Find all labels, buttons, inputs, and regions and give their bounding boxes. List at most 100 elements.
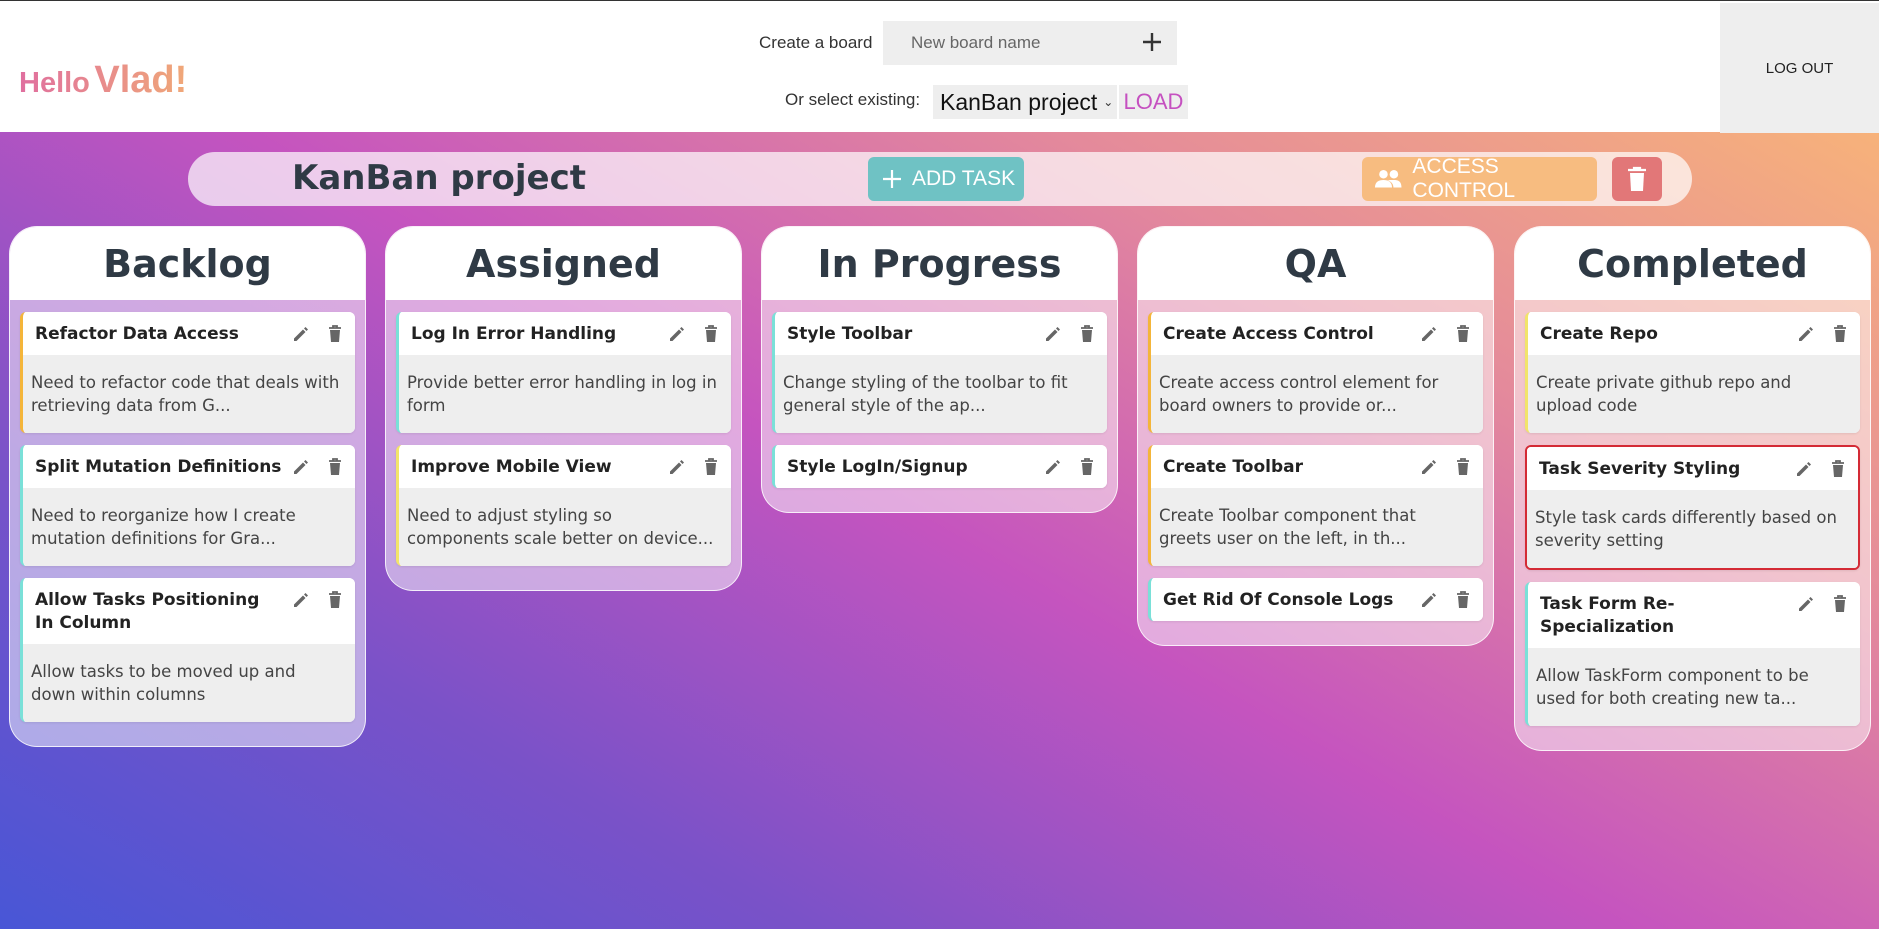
delete-task-button[interactable] bbox=[1077, 458, 1097, 480]
trash-icon bbox=[1456, 458, 1470, 480]
task-title: Create Toolbar bbox=[1163, 457, 1303, 477]
top-header: Hello Vlad! Create a board Or select exi… bbox=[0, 0, 1879, 133]
edit-task-button[interactable] bbox=[291, 326, 311, 346]
task-actions bbox=[1043, 456, 1097, 479]
task-card-header: Get Rid Of Console Logs bbox=[1151, 578, 1483, 621]
task-title: Refactor Data Access bbox=[35, 324, 239, 344]
select-board-label: Or select existing: bbox=[785, 90, 921, 109]
new-board-input[interactable] bbox=[883, 21, 1113, 65]
task-title: Split Mutation Definitions bbox=[35, 457, 282, 477]
delete-task-button[interactable] bbox=[1077, 325, 1097, 347]
column-qa: QA Create Access Control Create access con… bbox=[1137, 226, 1494, 646]
task-card[interactable]: Log In Error Handling Provide better erro… bbox=[396, 312, 731, 433]
edit-task-button[interactable] bbox=[1419, 592, 1439, 612]
trash-icon bbox=[704, 458, 718, 480]
delete-board-button[interactable] bbox=[1612, 157, 1662, 201]
pencil-icon bbox=[1797, 325, 1815, 347]
trash-icon bbox=[1080, 325, 1094, 347]
add-task-label: ADD TASK bbox=[912, 167, 1016, 190]
card-list: Style Toolbar Change styling of the toolb… bbox=[762, 300, 1117, 512]
task-card-header: Create Repo bbox=[1528, 312, 1860, 355]
pencil-icon bbox=[1420, 591, 1438, 613]
trash-icon bbox=[1080, 458, 1094, 480]
task-card[interactable]: Create Access Control Create access contr… bbox=[1148, 312, 1483, 433]
board-title: KanBan project bbox=[292, 158, 586, 198]
edit-task-button[interactable] bbox=[1794, 461, 1814, 481]
task-title: Task Form Re-Specialization bbox=[1540, 594, 1675, 637]
edit-task-button[interactable] bbox=[1043, 326, 1063, 346]
task-actions bbox=[1419, 456, 1473, 479]
logout-button[interactable]: LOG OUT bbox=[1720, 3, 1879, 133]
task-card[interactable]: Allow Tasks Positioning In Column Allow t… bbox=[20, 578, 355, 722]
delete-task-button[interactable] bbox=[1830, 325, 1850, 346]
delete-task-button[interactable] bbox=[1453, 325, 1473, 346]
delete-task-button[interactable] bbox=[325, 458, 345, 479]
task-card[interactable]: Task Form Re-Specialization Allow TaskFor… bbox=[1525, 582, 1860, 726]
task-card[interactable]: Style Toolbar Change styling of the toolb… bbox=[772, 312, 1107, 433]
board-toolbar: KanBan project ADD TASK ACCESS CONTROL bbox=[188, 152, 1692, 206]
task-card[interactable]: Split Mutation Definitions Need to reorga… bbox=[20, 445, 355, 566]
board-select[interactable]: KanBan project ⌄ bbox=[933, 85, 1117, 119]
edit-task-button[interactable] bbox=[1419, 326, 1439, 346]
delete-task-button[interactable] bbox=[1453, 591, 1473, 613]
delete-task-button[interactable] bbox=[701, 458, 721, 480]
task-actions bbox=[1419, 323, 1473, 346]
greeting-username: Vlad! bbox=[94, 59, 188, 101]
create-board-button[interactable] bbox=[1137, 27, 1167, 57]
edit-task-button[interactable] bbox=[667, 326, 687, 346]
delete-task-button[interactable] bbox=[1453, 458, 1473, 480]
pencil-icon bbox=[292, 458, 310, 480]
edit-task-button[interactable] bbox=[1043, 459, 1063, 479]
task-description: Create access control element for board … bbox=[1151, 355, 1483, 433]
edit-task-button[interactable] bbox=[1796, 326, 1816, 346]
create-board-label: Create a board bbox=[759, 33, 873, 52]
edit-task-button[interactable] bbox=[1796, 596, 1816, 616]
card-list: Create Repo Create private github repo an… bbox=[1515, 300, 1870, 750]
task-card-header: Task Form Re-Specialization bbox=[1528, 582, 1860, 648]
task-description: Need to refactor code that deals with re… bbox=[23, 355, 355, 433]
task-card[interactable]: Style LogIn/Signup bbox=[772, 445, 1107, 488]
edit-task-button[interactable] bbox=[291, 592, 311, 612]
edit-task-button[interactable] bbox=[667, 459, 687, 479]
task-title: Allow Tasks Positioning In Column bbox=[35, 590, 260, 633]
task-card[interactable]: Task Severity Styling Style task cards di… bbox=[1525, 445, 1860, 570]
delete-task-button[interactable] bbox=[1830, 595, 1850, 616]
edit-task-button[interactable] bbox=[291, 459, 311, 479]
pencil-icon bbox=[1795, 460, 1813, 482]
card-list: Refactor Data Access Need to refactor cod… bbox=[10, 300, 365, 746]
board-select-value: KanBan project bbox=[940, 88, 1098, 115]
task-card[interactable]: Refactor Data Access Need to refactor cod… bbox=[20, 312, 355, 433]
trash-icon bbox=[328, 325, 342, 347]
column-backlog: Backlog Refactor Data Access Need to refac… bbox=[9, 226, 366, 747]
task-card[interactable]: Create Toolbar Create Toolbar component t… bbox=[1148, 445, 1483, 566]
column-title: Backlog bbox=[10, 227, 365, 300]
pencil-icon bbox=[668, 458, 686, 480]
delete-task-button[interactable] bbox=[325, 325, 345, 347]
task-card-header: Style Toolbar bbox=[775, 312, 1107, 355]
edit-task-button[interactable] bbox=[1419, 459, 1439, 479]
task-actions bbox=[667, 323, 721, 346]
column-completed: Completed Create Repo Create private githu… bbox=[1514, 226, 1871, 751]
task-card[interactable]: Improve Mobile View Need to adjust stylin… bbox=[396, 445, 731, 566]
task-card[interactable]: Create Repo Create private github repo an… bbox=[1525, 312, 1860, 433]
delete-task-button[interactable] bbox=[1828, 460, 1848, 481]
new-board-field bbox=[883, 21, 1177, 65]
column-title: Assigned bbox=[386, 227, 741, 300]
task-card[interactable]: Get Rid Of Console Logs bbox=[1148, 578, 1483, 621]
delete-task-button[interactable] bbox=[701, 325, 721, 347]
card-list: Create Access Control Create access contr… bbox=[1138, 300, 1493, 645]
task-title: Get Rid Of Console Logs bbox=[1163, 590, 1394, 610]
task-card-header: Task Severity Styling bbox=[1527, 447, 1858, 490]
access-control-button[interactable]: ACCESS CONTROL bbox=[1362, 155, 1597, 202]
access-control-label: ACCESS CONTROL bbox=[1412, 155, 1516, 202]
task-actions bbox=[291, 456, 345, 479]
delete-task-button[interactable] bbox=[325, 591, 345, 612]
load-button[interactable]: LOAD bbox=[1119, 85, 1188, 119]
task-actions bbox=[1419, 589, 1473, 612]
trash-icon bbox=[1456, 591, 1470, 613]
task-card-header: Improve Mobile View bbox=[399, 445, 731, 488]
greeting-hello: Hello bbox=[19, 67, 90, 99]
add-task-button[interactable]: ADD TASK bbox=[868, 157, 1024, 201]
task-card-header: Create Toolbar bbox=[1151, 445, 1483, 488]
trash-icon bbox=[704, 325, 718, 347]
